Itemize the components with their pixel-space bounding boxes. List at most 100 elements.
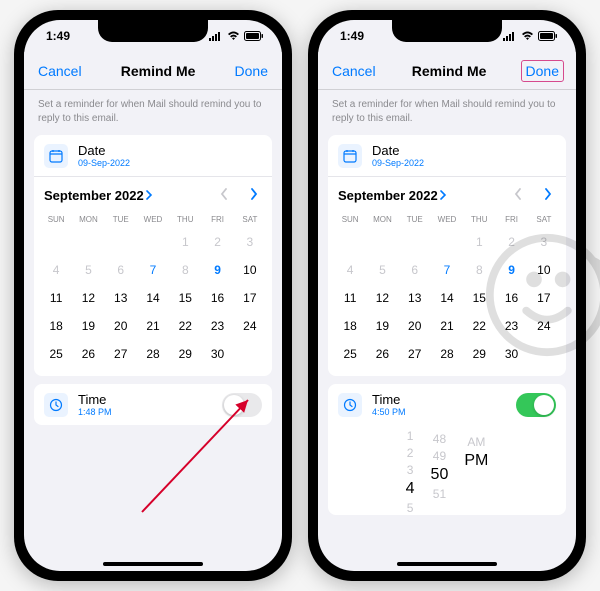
time-toggle[interactable] xyxy=(222,393,262,417)
calendar-day[interactable]: 30 xyxy=(201,340,233,368)
calendar-day[interactable]: 1 xyxy=(463,228,495,256)
calendar-day xyxy=(137,228,169,256)
calendar-day[interactable]: 4 xyxy=(40,256,72,284)
calendar-day[interactable]: 25 xyxy=(334,340,366,368)
month-picker-button[interactable]: September 2022 xyxy=(338,188,447,203)
calendar-day[interactable]: 22 xyxy=(169,312,201,340)
calendar-day[interactable]: 10 xyxy=(528,256,560,284)
calendar-day[interactable]: 16 xyxy=(201,284,233,312)
home-indicator[interactable] xyxy=(103,562,203,566)
prev-month-button[interactable] xyxy=(216,185,232,205)
calendar-day[interactable]: 16 xyxy=(495,284,527,312)
calendar-day[interactable]: 21 xyxy=(431,312,463,340)
time-label: Time xyxy=(78,392,212,407)
calendar-day[interactable]: 14 xyxy=(431,284,463,312)
done-button[interactable]: Done xyxy=(521,60,564,82)
calendar-day[interactable]: 7 xyxy=(137,256,169,284)
date-label: Date xyxy=(372,143,424,158)
calendar-day[interactable]: 27 xyxy=(105,340,137,368)
picker-value[interactable]: 1 xyxy=(407,429,414,443)
calendar-day[interactable]: 11 xyxy=(334,284,366,312)
home-indicator[interactable] xyxy=(397,562,497,566)
calendar-day[interactable]: 8 xyxy=(169,256,201,284)
calendar-day[interactable]: 1 xyxy=(169,228,201,256)
cancel-button[interactable]: Cancel xyxy=(36,59,84,83)
calendar-day[interactable]: 13 xyxy=(399,284,431,312)
calendar-day[interactable]: 15 xyxy=(463,284,495,312)
calendar-day[interactable]: 25 xyxy=(40,340,72,368)
calendar-day[interactable]: 5 xyxy=(72,256,104,284)
month-picker-button[interactable]: September 2022 xyxy=(44,188,153,203)
calendar-day[interactable]: 19 xyxy=(72,312,104,340)
calendar-day[interactable]: 10 xyxy=(234,256,266,284)
calendar-day[interactable]: 3 xyxy=(528,228,560,256)
calendar-day[interactable]: 29 xyxy=(463,340,495,368)
calendar-day[interactable]: 7 xyxy=(431,256,463,284)
calendar-day[interactable]: 23 xyxy=(201,312,233,340)
calendar-day[interactable]: 13 xyxy=(105,284,137,312)
picker-value[interactable]: 3 xyxy=(407,463,414,477)
calendar-day[interactable]: 22 xyxy=(463,312,495,340)
time-toggle[interactable] xyxy=(516,393,556,417)
prev-month-button[interactable] xyxy=(510,185,526,205)
picker-value[interactable]: 4 xyxy=(406,480,415,498)
calendar-day[interactable]: 3 xyxy=(234,228,266,256)
calendar-day[interactable]: 15 xyxy=(169,284,201,312)
calendar-day[interactable]: 26 xyxy=(72,340,104,368)
calendar-day[interactable]: 9 xyxy=(495,256,527,284)
calendar-day[interactable]: 27 xyxy=(399,340,431,368)
picker-value[interactable]: AM xyxy=(467,435,485,449)
chevron-left-icon xyxy=(220,188,228,200)
calendar-day[interactable]: 19 xyxy=(366,312,398,340)
calendar-day[interactable]: 14 xyxy=(137,284,169,312)
next-month-button[interactable] xyxy=(540,185,556,205)
calendar-day[interactable]: 11 xyxy=(40,284,72,312)
phone-right: 1:49 Cancel Remind Me Done Set a reminde… xyxy=(308,10,586,581)
calendar-day[interactable]: 29 xyxy=(169,340,201,368)
calendar-day[interactable]: 26 xyxy=(366,340,398,368)
picker-value[interactable]: PM xyxy=(464,452,488,470)
picker-value[interactable]: 49 xyxy=(433,449,446,463)
calendar-day[interactable]: 20 xyxy=(105,312,137,340)
calendar-day[interactable]: 5 xyxy=(366,256,398,284)
chevron-right-icon xyxy=(146,190,153,200)
chevron-right-icon xyxy=(440,190,447,200)
next-month-button[interactable] xyxy=(246,185,262,205)
date-row[interactable]: Date 09-Sep-2022 xyxy=(328,135,566,177)
calendar-day xyxy=(528,340,560,368)
calendar-day[interactable]: 17 xyxy=(528,284,560,312)
picker-value[interactable]: 5 xyxy=(407,501,414,515)
chevron-right-icon xyxy=(544,188,552,200)
calendar-day[interactable]: 2 xyxy=(495,228,527,256)
picker-value[interactable]: 50 xyxy=(431,466,449,484)
calendar-day[interactable]: 6 xyxy=(105,256,137,284)
picker-value[interactable]: 51 xyxy=(433,487,446,501)
calendar-day[interactable]: 4 xyxy=(334,256,366,284)
phone-left: 1:49 Cancel Remind Me Done Set a reminde… xyxy=(14,10,292,581)
calendar-day[interactable]: 9 xyxy=(201,256,233,284)
calendar-day[interactable]: 12 xyxy=(366,284,398,312)
calendar-day[interactable]: 20 xyxy=(399,312,431,340)
weekday-header: TUE xyxy=(105,211,137,228)
calendar-day[interactable]: 6 xyxy=(399,256,431,284)
time-picker[interactable]: 1 2 3 4 5 48 49 50 51 AM PM xyxy=(328,425,566,515)
calendar-day[interactable]: 17 xyxy=(234,284,266,312)
calendar-day[interactable]: 21 xyxy=(137,312,169,340)
calendar-day[interactable]: 2 xyxy=(201,228,233,256)
done-button[interactable]: Done xyxy=(233,59,270,83)
calendar-day[interactable]: 24 xyxy=(234,312,266,340)
picker-value[interactable]: 2 xyxy=(407,446,414,460)
cancel-button[interactable]: Cancel xyxy=(330,59,378,83)
calendar-day[interactable]: 12 xyxy=(72,284,104,312)
date-row[interactable]: Date 09-Sep-2022 xyxy=(34,135,272,177)
calendar-day[interactable]: 18 xyxy=(334,312,366,340)
calendar-day[interactable]: 28 xyxy=(137,340,169,368)
calendar-day[interactable]: 24 xyxy=(528,312,560,340)
calendar-day[interactable]: 23 xyxy=(495,312,527,340)
calendar-day[interactable]: 18 xyxy=(40,312,72,340)
calendar-day xyxy=(72,228,104,256)
calendar-day[interactable]: 30 xyxy=(495,340,527,368)
calendar-day[interactable]: 8 xyxy=(463,256,495,284)
calendar-day[interactable]: 28 xyxy=(431,340,463,368)
picker-value[interactable]: 48 xyxy=(433,432,446,446)
